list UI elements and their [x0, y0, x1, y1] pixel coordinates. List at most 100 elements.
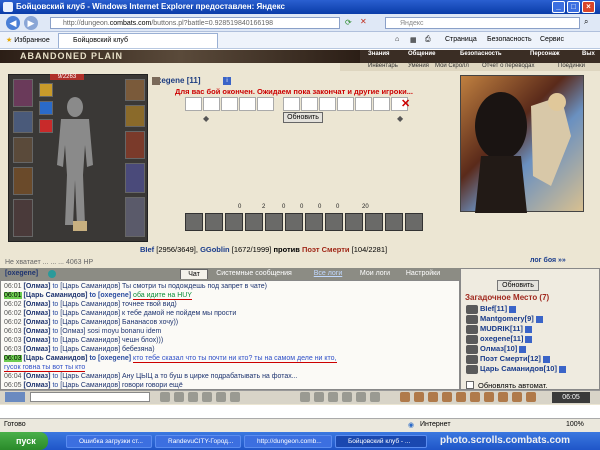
chat-recipient[interactable]: [Царь Саманидов] [60, 301, 120, 308]
stop-icon[interactable]: ✕ [360, 17, 367, 26]
scroll-slot[interactable] [73, 221, 87, 231]
chat-author[interactable]: [Олмаз] [23, 373, 50, 380]
chat-author[interactable]: [Царь Саманидов] [23, 355, 87, 362]
tab-system-messages[interactable]: Системные сообщения [210, 269, 298, 279]
toolbar-icon[interactable] [400, 392, 410, 402]
belt-slot[interactable] [13, 167, 33, 195]
ability-slot[interactable] [185, 213, 203, 231]
action-cell[interactable] [221, 97, 238, 111]
info-icon[interactable] [509, 305, 517, 313]
user-entry[interactable]: oxegene[11] [480, 334, 533, 343]
clear-icon[interactable] [174, 392, 184, 402]
ability-slot[interactable] [265, 213, 283, 231]
search-input[interactable]: Яндекс [385, 17, 580, 29]
favorites-button[interactable]: ★ Избранное [6, 35, 50, 46]
chat-recipient[interactable]: [Царь Саманидов] [60, 337, 120, 344]
tools-menu[interactable]: Сервис [540, 36, 564, 43]
subnav-scroll[interactable]: Мой Скролл [435, 63, 469, 69]
action-cell[interactable] [283, 97, 300, 111]
battle-log-link[interactable]: лог боя »» [530, 257, 566, 264]
chat-recipient[interactable]: [Олмаз] [60, 328, 85, 335]
ability-slot[interactable] [385, 213, 403, 231]
tab-my-logs[interactable]: Мои логи [355, 269, 395, 279]
refresh-users-button[interactable]: Обновить [497, 280, 539, 291]
toolbar-icon[interactable] [314, 392, 324, 402]
chat-author[interactable]: [Олмаз] [23, 319, 50, 326]
maximize-button[interactable]: □ [567, 1, 580, 13]
safety-menu[interactable]: Безопасность [487, 36, 532, 43]
chat-recipient[interactable]: [Царь Саманидов] [60, 283, 120, 290]
chat-author[interactable]: [Олмаз] [23, 346, 50, 353]
amulet-slot[interactable] [39, 101, 53, 115]
refresh-battle-button[interactable]: Обновить [283, 112, 323, 123]
toolbar-icon[interactable] [442, 392, 452, 402]
feeds-icon[interactable]: ▦ [410, 36, 417, 44]
helmet-slot[interactable] [13, 79, 33, 107]
action-cell[interactable] [203, 97, 220, 111]
user-entry[interactable]: Олмаз[10] [480, 344, 527, 353]
close-button[interactable]: × [582, 1, 595, 13]
address-input[interactable]: http://dungeon.combats.com/buttons.pl?ba… [50, 17, 340, 29]
action-cell[interactable] [355, 97, 372, 111]
ability-slot[interactable] [205, 213, 223, 231]
earring-slot[interactable] [13, 111, 33, 133]
nav-social[interactable]: Общение [408, 51, 435, 57]
tab-chat[interactable]: Чат [180, 269, 208, 279]
info-icon[interactable]: i [223, 77, 231, 85]
shield-slot[interactable] [125, 163, 145, 193]
send-icon[interactable] [160, 392, 170, 402]
chat-author[interactable]: [Олмаз] [23, 328, 50, 335]
minimize-button[interactable]: _ [552, 1, 565, 13]
ability-slot[interactable] [325, 213, 343, 231]
info-icon[interactable] [519, 345, 527, 353]
nav-knowledge[interactable]: Знания [368, 51, 390, 57]
toolbar-icon[interactable] [498, 392, 508, 402]
toolbar-icon[interactable] [484, 392, 494, 402]
chat-input[interactable] [30, 392, 150, 402]
translit-icon[interactable] [216, 392, 226, 402]
subnav-transfers[interactable]: Отчет о переводах [482, 63, 535, 69]
team1-player[interactable]: BIef [140, 245, 154, 254]
search-icon[interactable]: ⌕ [584, 17, 588, 27]
ability-slot[interactable] [365, 213, 383, 231]
chat-recipient[interactable]: [Царь Саманидов] [60, 319, 120, 326]
page-menu[interactable]: Страница [445, 36, 477, 43]
boots-slot[interactable] [125, 197, 145, 237]
info-icon[interactable] [535, 315, 543, 323]
chat-header-name[interactable]: [oxegene] [5, 270, 38, 277]
info-icon[interactable] [559, 365, 567, 373]
ability-slot[interactable] [305, 213, 323, 231]
toolbar-icon[interactable] [342, 392, 352, 402]
toolbar-icon[interactable] [470, 392, 480, 402]
taskbar-item-active[interactable]: Бойцовский клуб - ... [335, 435, 427, 448]
user-entry[interactable]: Mantgomery[9] [480, 314, 543, 323]
chat-author[interactable]: [Олмаз] [23, 283, 50, 290]
toolbar-icon[interactable] [370, 392, 380, 402]
chat-author[interactable]: [Олмаз] [23, 382, 50, 389]
back-button[interactable]: ◀ [6, 16, 20, 30]
ability-slot[interactable] [245, 213, 263, 231]
action-cell[interactable] [301, 97, 318, 111]
chat-channel-icon[interactable] [5, 392, 25, 402]
subnav-battles[interactable]: Поединки [558, 63, 585, 69]
tab-settings[interactable]: Настройки [402, 269, 444, 279]
chat-author[interactable]: [Олмаз] [23, 301, 50, 308]
refresh-icon[interactable]: ⟳ [345, 18, 352, 27]
right-slot-2[interactable] [125, 105, 145, 127]
team1b-player[interactable]: GGoblin [200, 245, 230, 254]
start-button[interactable]: пуск [0, 432, 48, 450]
chat-author[interactable]: [Царь Саманидов] [23, 292, 87, 299]
ability-slot[interactable] [345, 213, 363, 231]
cancel-action-icon[interactable]: ✕ [401, 97, 415, 111]
toolbar-icon[interactable] [356, 392, 366, 402]
action-cell[interactable] [239, 97, 256, 111]
toolbar-icon[interactable] [300, 392, 310, 402]
tab-all-logs[interactable]: Все логи [306, 269, 350, 279]
smiles-icon[interactable] [188, 392, 198, 402]
info-icon[interactable] [525, 325, 533, 333]
smile-icon[interactable] [48, 270, 56, 278]
toolbar-icon[interactable] [414, 392, 424, 402]
forward-button[interactable]: ▶ [24, 16, 38, 30]
right-slot-1[interactable] [125, 79, 145, 101]
user-entry[interactable]: Царь Саманидов[10] [480, 364, 567, 373]
